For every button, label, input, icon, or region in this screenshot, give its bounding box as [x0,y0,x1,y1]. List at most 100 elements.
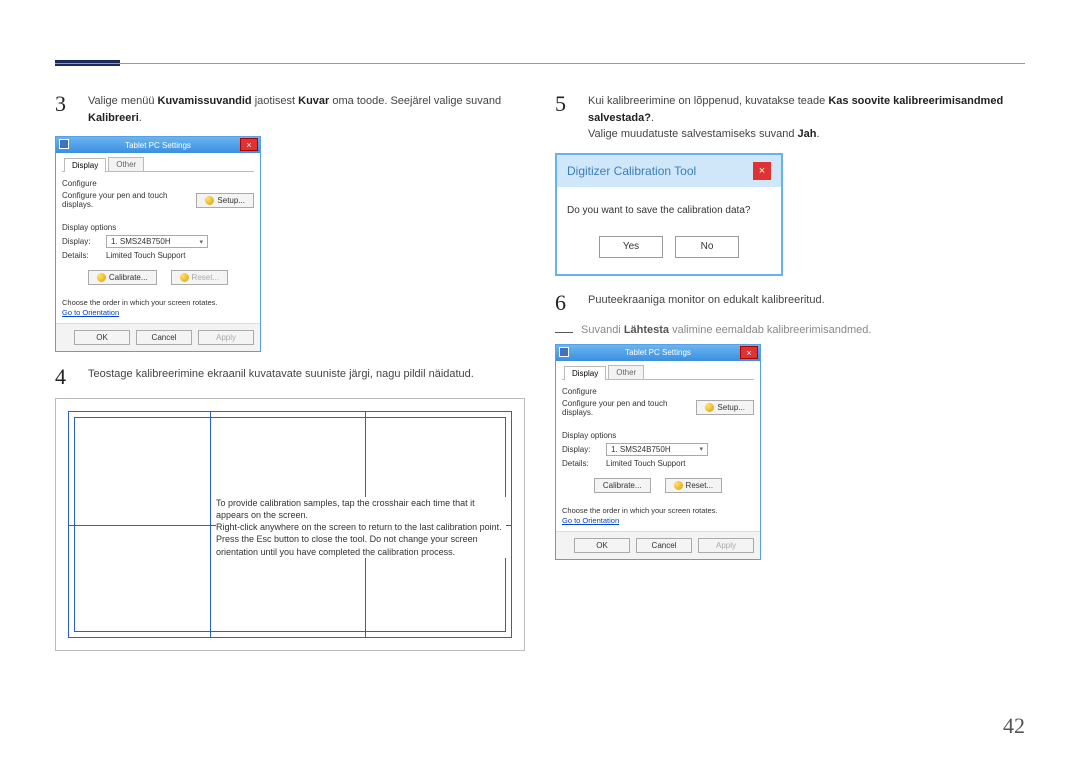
close-button[interactable]: × [753,162,771,180]
step-number: 3 [55,93,73,126]
page-header-rule [55,63,1025,64]
left-column: 3 Valige menüü Kuvamissuvandid jaotisest… [55,93,525,651]
apply-button[interactable]: Apply [198,330,254,345]
dash-icon [555,332,573,336]
reset-button[interactable]: Reset... [665,478,723,493]
details-value: Limited Touch Support [606,459,685,468]
window-titlebar: Tablet PC Settings × [56,137,260,153]
details-label: Details: [62,251,100,260]
window-body: Display Other Configure Configure your p… [556,361,760,531]
tablet-pc-settings-window: Tablet PC Settings × Display Other Confi… [55,136,261,352]
step-text: Teostage kalibreerimine ekraanil kuvatav… [88,366,525,388]
page-number: 42 [1003,713,1025,739]
chevron-down-icon: ▾ [699,445,703,453]
setup-label: Setup... [217,196,245,205]
ok-button[interactable]: OK [74,330,130,345]
step-text: Kui kalibreerimine on lõppenud, kuvataks… [588,93,1025,143]
cancel-button[interactable]: Cancel [136,330,192,345]
display-label: Display: [562,445,600,454]
shield-icon [97,273,106,282]
window-icon [559,347,569,357]
window-body: Display Other Configure Configure your p… [56,153,260,323]
display-options-group: Display options Display: 1. SMS24B750H▾ … [562,427,754,500]
configure-text: Configure your pen and touch displays. [562,399,690,417]
configure-row: Configure your pen and touch displays. S… [62,191,254,209]
display-row: Display: 1. SMS24B750H▾ [62,235,254,248]
text: . [816,128,819,140]
display-options-group: Display options Display: 1. SMS24B750H▾ … [62,219,254,292]
no-button[interactable]: No [675,236,739,258]
reset-button[interactable]: Reset... [171,270,229,285]
tab-other[interactable]: Other [608,365,644,379]
configure-row: Configure your pen and touch displays. S… [562,399,754,417]
text: valimine eemaldab kalibreerimisandmed. [669,324,871,336]
shield-icon [674,481,683,490]
step-4: 4 Teostage kalibreerimine ekraanil kuvat… [55,366,525,388]
close-button[interactable]: × [740,346,758,359]
display-label: Display: [62,237,100,246]
display-select[interactable]: 1. SMS24B750H▾ [106,235,208,248]
step-text: Puuteekraaniga monitor on edukalt kalibr… [588,292,1025,314]
configure-group: Configure Configure your pen and touch d… [62,175,254,216]
calibration-instructions: To provide calibration samples, tap the … [216,497,506,558]
step-5: 5 Kui kalibreerimine on lõppenud, kuvata… [555,93,1025,143]
configure-title: Configure [62,179,254,188]
right-column: 5 Kui kalibreerimine on lõppenud, kuvata… [555,93,1025,651]
step-number: 5 [555,93,573,143]
text: Kui kalibreerimine on lõppenud, kuvataks… [588,95,828,107]
window-titlebar: Tablet PC Settings × [556,345,760,361]
dialog-title: Digitizer Calibration Tool [567,164,696,178]
details-value: Limited Touch Support [106,251,185,260]
calibrate-button[interactable]: Calibrate... [594,478,651,493]
close-button[interactable]: × [240,138,258,151]
details-label: Details: [562,459,600,468]
display-row: Display: 1. SMS24B750H ▾ [562,443,754,456]
configure-group: Configure Configure your pen and touch d… [562,383,754,424]
note-text: Suvandi Lähtesta valimine eemaldab kalib… [581,324,871,336]
orientation-link[interactable]: Go to Orientation [562,516,619,525]
window-footer: OK Cancel Apply [56,323,260,351]
setup-label: Setup... [717,403,745,412]
order-text: Choose the order in which your screen ro… [562,506,754,515]
setup-button[interactable]: Setup... [696,400,754,415]
text: Suvandi [581,324,624,336]
reset-label: Reset... [686,481,714,490]
step-3: 3 Valige menüü Kuvamissuvandid jaotisest… [55,93,525,126]
text: . [651,112,654,124]
tab-display[interactable]: Display [564,366,606,380]
step-number: 6 [555,292,573,314]
content-columns: 3 Valige menüü Kuvamissuvandid jaotisest… [55,93,1025,651]
window-title: Tablet PC Settings [625,348,691,357]
shield-icon [705,403,714,412]
display-options-title: Display options [562,431,754,440]
step-6: 6 Puuteekraaniga monitor on edukalt kali… [555,292,1025,314]
cancel-button[interactable]: Cancel [636,538,692,553]
tab-display[interactable]: Display [64,158,106,172]
note: Suvandi Lähtesta valimine eemaldab kalib… [555,324,1025,336]
orientation-link[interactable]: Go to Orientation [62,308,119,317]
order-text: Choose the order in which your screen ro… [62,298,254,307]
display-select[interactable]: 1. SMS24B750H ▾ [606,443,708,456]
calibrate-row: Calibrate... Reset... [562,478,754,493]
display-value: 1. SMS24B750H [611,445,671,454]
window-title: Tablet PC Settings [125,141,191,150]
tab-strip: Display Other [562,365,754,380]
configure-text: Configure your pen and touch displays. [62,191,190,209]
calibrate-button[interactable]: Calibrate... [88,270,157,285]
ok-button[interactable]: OK [574,538,630,553]
window-footer: OK Cancel Apply [556,531,760,559]
tab-strip: Display Other [62,157,254,172]
chevron-down-icon: ▾ [199,238,203,246]
display-options-title: Display options [62,223,254,232]
step-number: 4 [55,366,73,388]
details-row: Details: Limited Touch Support [62,251,254,260]
setup-button[interactable]: Setup... [196,193,254,208]
tablet-pc-settings-window: Tablet PC Settings × Display Other Confi… [555,344,761,560]
window-icon [59,139,69,149]
apply-button[interactable]: Apply [698,538,754,553]
yes-button[interactable]: Yes [599,236,663,258]
tab-other[interactable]: Other [108,157,144,171]
configure-title: Configure [562,387,754,396]
shield-icon [205,196,214,205]
text: Valige muudatuste salvestamiseks suvand [588,128,798,140]
